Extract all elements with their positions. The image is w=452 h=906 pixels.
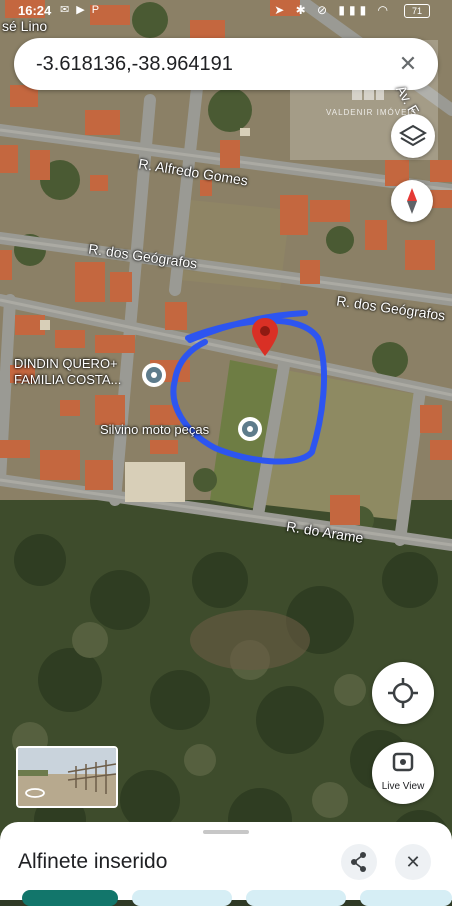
poi-dindin[interactable]: DINDIN QUERO+ FAMILIA COSTA... (14, 356, 121, 388)
live-view-button[interactable]: Live View (372, 742, 434, 804)
action-chip[interactable] (132, 890, 232, 906)
status-bar: 16:24 ✉ ▶ P ➤ ✱ ⊘ ▮▮▮ ◠ 71 (0, 0, 452, 22)
bottom-sheet[interactable]: Alfinete inserido ✕ (0, 822, 452, 906)
live-view-label: Live View (381, 781, 425, 792)
close-sheet-button[interactable]: ✕ (395, 844, 431, 880)
coordinates-text[interactable]: -3.618136,-38.964191 (36, 53, 233, 76)
crosshair-icon (388, 678, 418, 708)
status-time: 16:24 (18, 3, 52, 18)
compass-button[interactable] (391, 180, 433, 222)
share-button[interactable] (341, 844, 377, 880)
notification-icons: ✉ ▶ P (60, 4, 102, 16)
layers-button[interactable] (391, 114, 435, 158)
compass-icon (407, 188, 417, 214)
poi-name-line: DINDIN QUERO+ (14, 356, 118, 371)
system-status-icons: ➤ ✱ ⊘ ▮▮▮ ◠ (274, 3, 392, 17)
street-view-thumbnail[interactable] (16, 746, 118, 808)
sheet-title: Alfinete inserido (18, 850, 168, 873)
share-icon (351, 852, 366, 872)
close-icon: ✕ (405, 852, 421, 872)
poi-marker-icon[interactable] (237, 416, 263, 442)
directions-chip[interactable] (22, 890, 118, 906)
battery-icon: 71 (404, 4, 430, 18)
live-view-icon (392, 752, 414, 772)
action-chip[interactable] (246, 890, 346, 906)
sheet-drag-handle[interactable] (203, 830, 249, 834)
poi-marker-icon[interactable] (141, 362, 167, 388)
rotate-360-icon (25, 788, 45, 798)
action-chip[interactable] (360, 890, 452, 906)
layers-icon (399, 124, 427, 147)
poi-name-line: FAMILIA COSTA... (14, 372, 122, 387)
poi-silvino[interactable]: Silvino moto peças (100, 422, 209, 438)
dropped-pin-icon[interactable] (251, 317, 279, 357)
my-location-button[interactable] (372, 662, 434, 724)
